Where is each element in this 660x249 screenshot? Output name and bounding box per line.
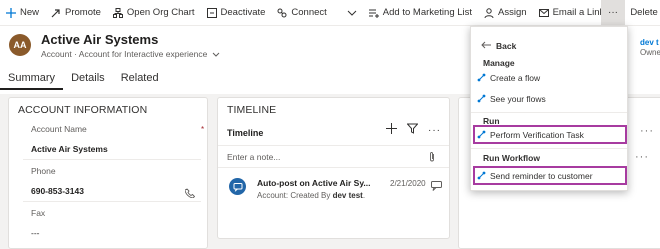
account-name-label: Account Name — [31, 124, 87, 134]
menu-divider — [471, 148, 627, 149]
chevron-down-icon — [347, 8, 357, 18]
owner-name: dev t — [640, 38, 659, 47]
connect-icon — [277, 8, 287, 18]
new-label: New — [20, 7, 40, 18]
menu-item-label: See your flows — [490, 93, 546, 104]
add-icon[interactable] — [386, 123, 397, 137]
connect-label: Connect — [291, 7, 327, 18]
post-description-prefix: Account: Created By — [257, 191, 333, 200]
timeline-header: Timeline — [227, 128, 264, 138]
org-chart-icon — [112, 7, 123, 18]
deactivate-button[interactable]: Deactivate — [201, 0, 272, 25]
menu-item-send-reminder[interactable]: Send reminder to customer — [473, 166, 627, 185]
auto-post-icon — [229, 178, 246, 195]
arrow-left-icon — [481, 41, 491, 51]
tab-details[interactable]: Details — [63, 68, 113, 90]
back-button[interactable]: Back — [481, 41, 516, 51]
menu-item-perform-verification-task[interactable]: Perform Verification Task — [473, 125, 627, 144]
section-title: TIMELINE — [227, 104, 277, 116]
owner-label: Owne — [640, 48, 660, 57]
plus-icon — [6, 7, 16, 18]
post-user: dev test — [332, 191, 363, 200]
email-link-label: Email a Link — [552, 7, 605, 18]
menu-item-label: Perform Verification Task — [490, 129, 584, 140]
record-tabs: Summary Details Related — [0, 68, 167, 90]
flow-icon — [477, 94, 486, 103]
list-add-icon — [368, 8, 379, 18]
person-icon — [484, 7, 494, 18]
record-title: Active Air Systems — [41, 32, 159, 47]
fax-label: Fax — [31, 208, 46, 218]
section-title: ACCOUNT INFORMATION — [18, 104, 148, 116]
assign-button[interactable]: Assign — [478, 0, 533, 25]
back-label: Back — [496, 41, 517, 51]
delete-label: Delete — [630, 7, 658, 18]
record-subtitle[interactable]: Account · Account for Interactive experi… — [41, 49, 220, 60]
run-header: Run — [483, 116, 500, 126]
divider — [218, 145, 449, 146]
promote-label: Promote — [65, 7, 101, 18]
manage-header: Manage — [483, 58, 515, 68]
connect-button[interactable]: Connect — [271, 0, 332, 25]
deactivate-icon — [206, 7, 217, 18]
note-input[interactable]: Enter a note... — [227, 152, 280, 162]
owner-field[interactable]: dev t Owne — [640, 38, 660, 58]
menu-divider — [471, 112, 627, 113]
post-reply-icon[interactable] — [431, 178, 442, 196]
post-title[interactable]: Auto-post on Active Air Sy... — [257, 178, 371, 188]
flow-icon — [477, 73, 486, 82]
open-org-chart-button[interactable]: Open Org Chart — [107, 0, 201, 25]
menu-item-label: Create a flow — [490, 72, 541, 83]
open-org-chart-label: Open Org Chart — [126, 7, 195, 18]
menu-item-see-flows[interactable]: See your flows — [477, 91, 546, 106]
deactivate-label: Deactivate — [220, 7, 266, 18]
post-description: Account: Created By dev test. — [257, 191, 365, 200]
flow-icon — [477, 171, 486, 180]
flow-menu: Back Manage Create a flow See your flows… — [470, 26, 628, 191]
chevron-down-icon — [212, 50, 220, 60]
flow-icon — [477, 130, 486, 139]
tab-related[interactable]: Related — [113, 68, 167, 90]
add-to-marketing-list-label: Add to Marketing List — [382, 7, 473, 18]
required-indicator: * — [201, 125, 205, 134]
record-subtitle-text: Account · Account for Interactive experi… — [41, 49, 208, 59]
connect-dropdown-button[interactable] — [341, 0, 363, 25]
more-options-icon[interactable]: ··· — [635, 151, 649, 163]
email-link-button[interactable]: Email a Link — [533, 0, 611, 25]
more-options-icon[interactable]: ··· — [640, 125, 654, 137]
email-link-icon — [538, 8, 549, 18]
more-options-icon[interactable]: ··· — [428, 125, 441, 136]
more-commands-button[interactable]: ··· — [601, 0, 625, 25]
post-date: 2/21/2020 — [390, 179, 426, 188]
field-divider — [23, 201, 201, 202]
phone-field[interactable]: 690-853-3143 — [31, 186, 84, 196]
avatar: AA — [9, 34, 31, 56]
assign-label: Assign — [498, 7, 527, 18]
account-information-card: ACCOUNT INFORMATION Account Name * Activ… — [8, 97, 208, 249]
fax-field[interactable]: --- — [31, 228, 40, 238]
timeline-tools: ··· — [386, 123, 441, 137]
timeline-card: TIMELINE Timeline ··· Enter a note... Au… — [217, 97, 450, 239]
menu-item-create-flow[interactable]: Create a flow — [477, 70, 540, 85]
command-bar: New Promote Open Org Chart Deactivate Co… — [0, 0, 660, 26]
promote-icon — [51, 8, 61, 18]
field-divider — [23, 159, 201, 160]
account-name-field[interactable]: Active Air Systems — [31, 144, 108, 154]
tab-summary[interactable]: Summary — [0, 68, 64, 90]
new-button[interactable]: New — [0, 0, 45, 25]
run-workflow-header: Run Workflow — [483, 153, 540, 163]
promote-button[interactable]: Promote — [45, 0, 107, 25]
post-description-suffix: . — [362, 191, 366, 200]
attachment-icon[interactable] — [428, 150, 436, 168]
phone-label: Phone — [31, 166, 56, 176]
filter-icon[interactable] — [406, 123, 419, 137]
more-icon: ··· — [608, 7, 618, 18]
menu-item-label: Send reminder to customer — [490, 170, 593, 181]
divider — [218, 167, 449, 168]
add-to-marketing-list-button[interactable]: Add to Marketing List — [363, 0, 478, 25]
